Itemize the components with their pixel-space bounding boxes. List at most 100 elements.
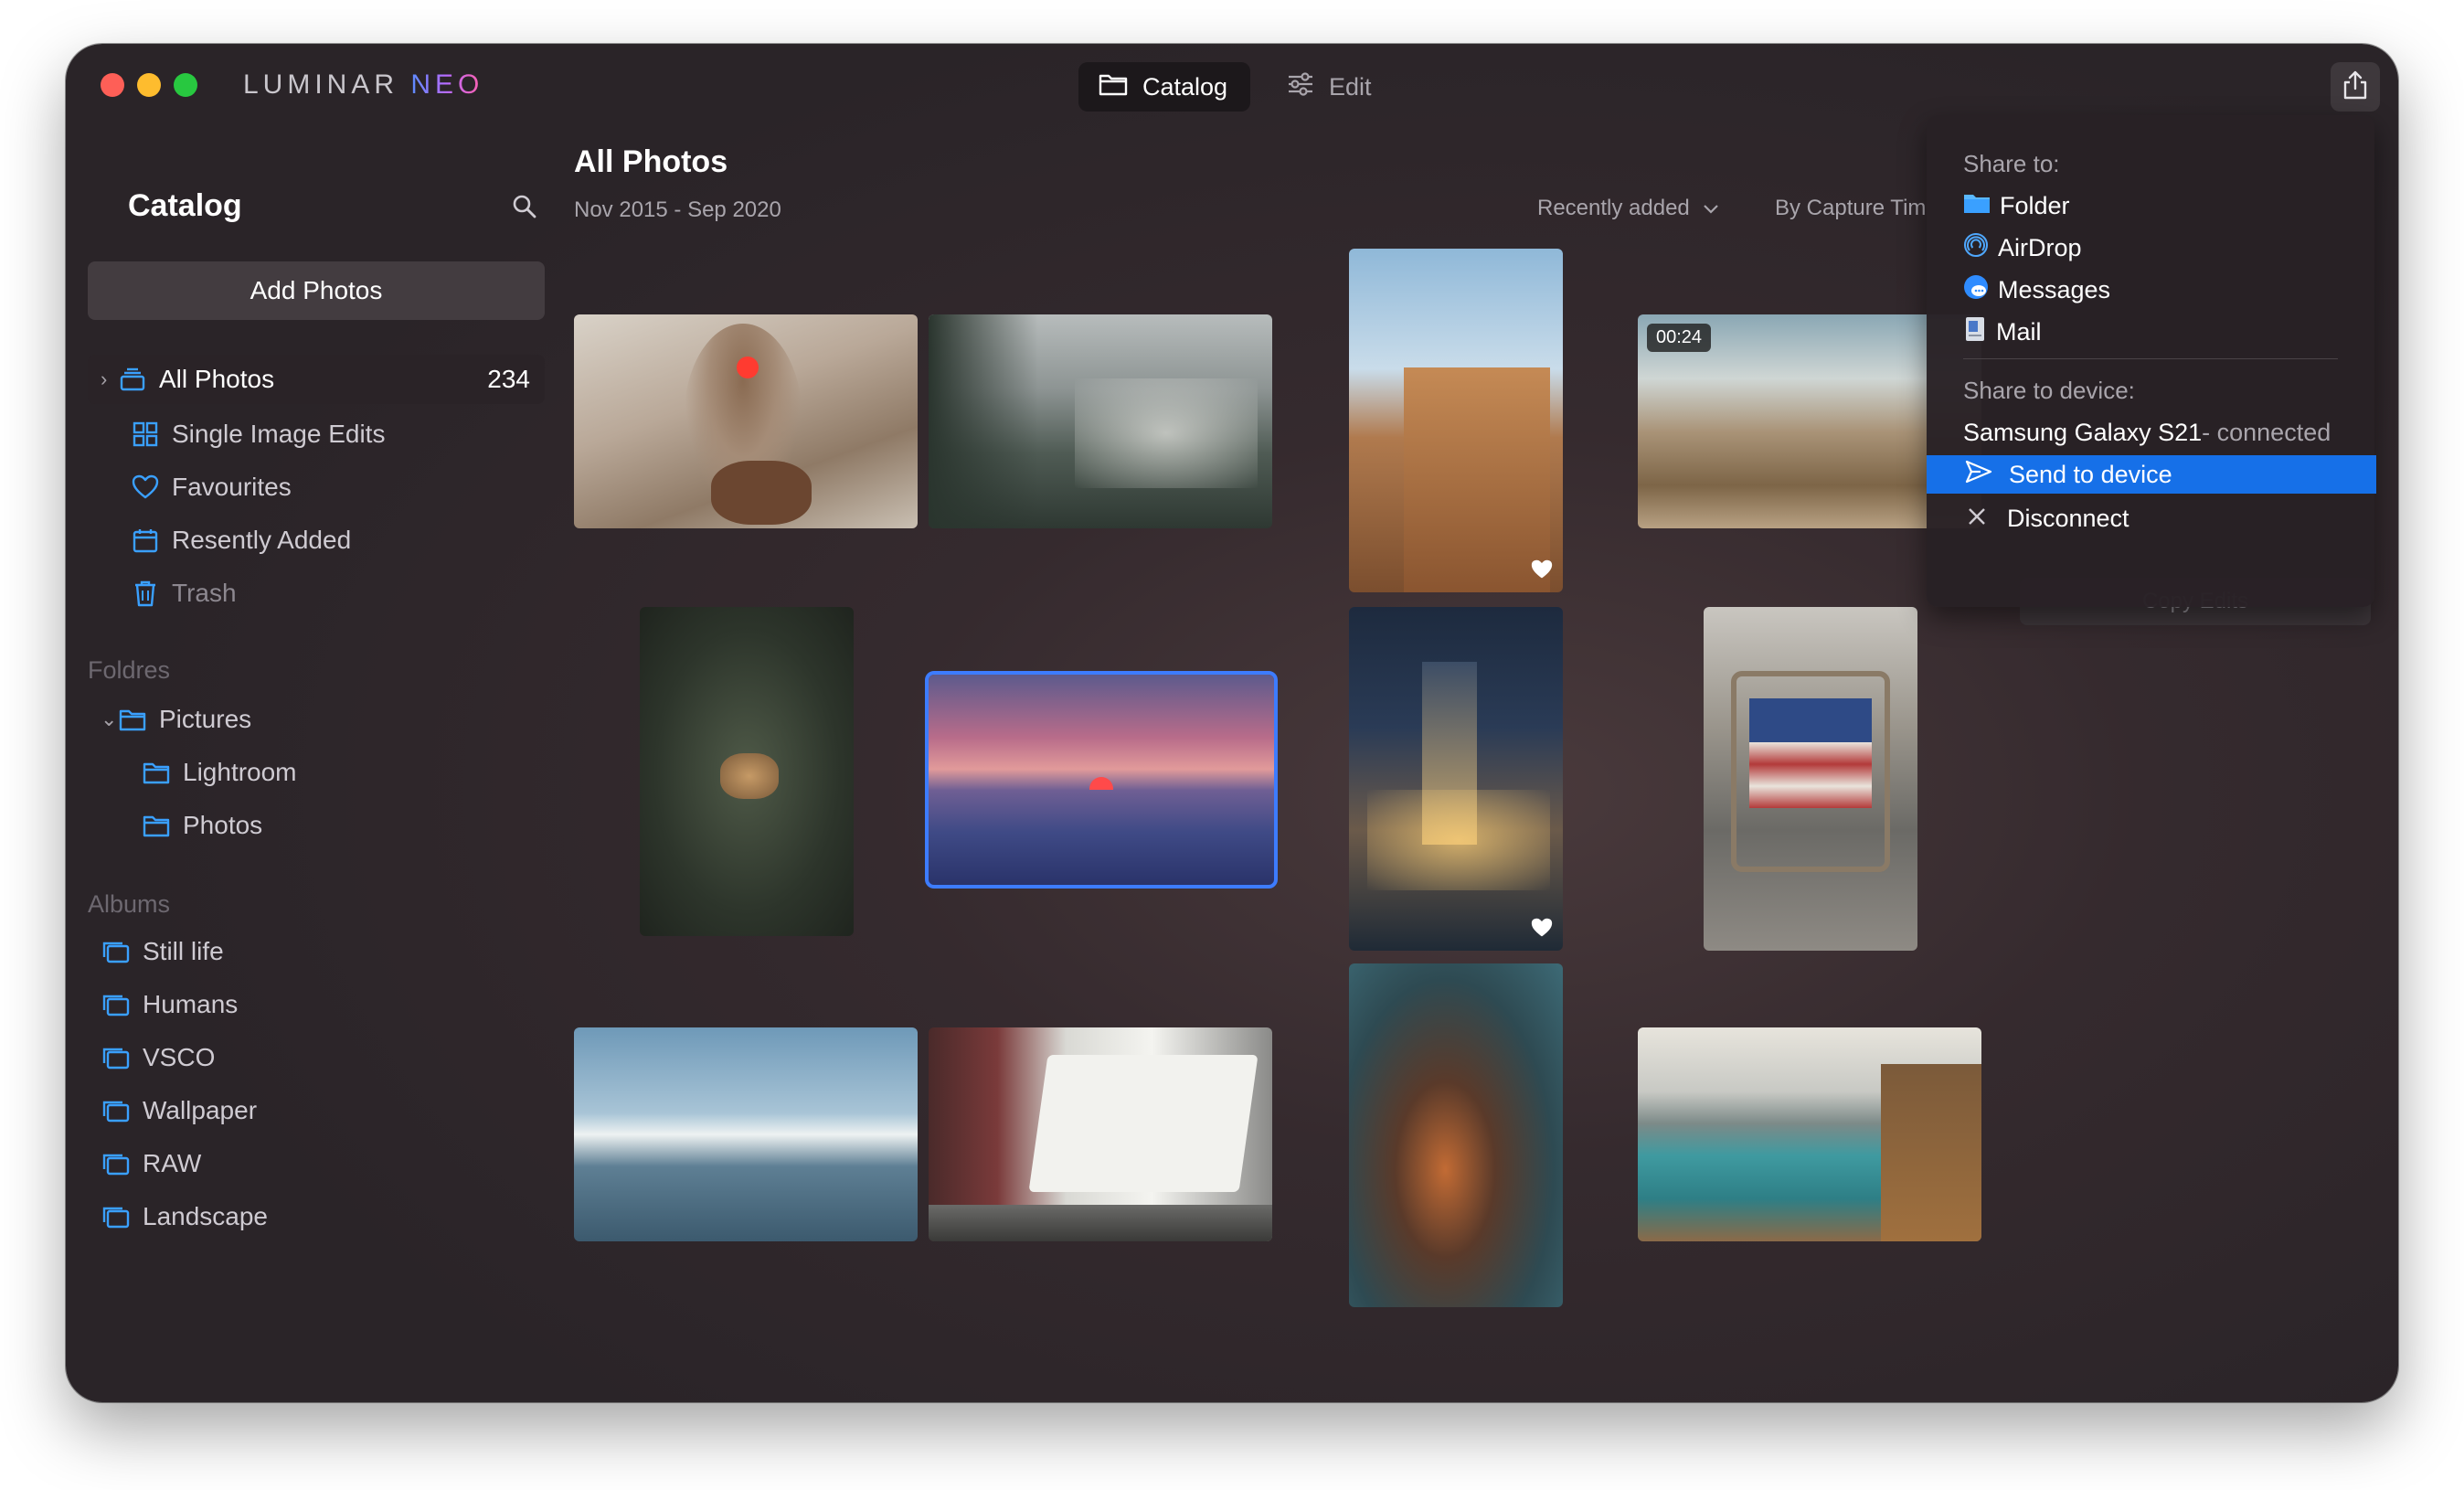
sidebar-item-label: All Photos — [159, 365, 275, 393]
favourite-heart-icon[interactable] — [1530, 917, 1554, 943]
airdrop-icon — [1963, 232, 1989, 264]
send-icon — [1965, 460, 1992, 490]
edit-mode-label: Edit — [1329, 72, 1372, 101]
app-window: LUMINAR NEO Catalog Edit Catalog Add Pho… — [66, 44, 2398, 1402]
folders-heading: Foldres — [88, 656, 171, 684]
photo-thumbnail[interactable] — [929, 314, 1272, 528]
folder-item-lightroom[interactable]: Lightroom — [88, 748, 545, 797]
album-icon — [102, 1150, 130, 1177]
sidebar-item-label: Resently Added — [172, 526, 352, 554]
calendar-icon — [132, 527, 159, 554]
sidebar-item-single-image-edits[interactable]: Single Image Edits — [88, 410, 545, 459]
folder-icon — [119, 706, 146, 733]
album-item-humans[interactable]: Humans — [88, 980, 545, 1029]
photo-thumbnail[interactable] — [1638, 1027, 1981, 1241]
sidebar-item-label: Single Image Edits — [172, 420, 386, 448]
albums-heading: Albums — [88, 890, 171, 918]
photo-thumbnail[interactable] — [929, 1027, 1272, 1241]
app-logo: LUMINAR NEO — [243, 69, 483, 101]
share-target-mail[interactable]: Mail — [1927, 313, 2374, 351]
share-device-heading: Share to device: — [1963, 377, 2135, 404]
logo-text: LUMINAR — [243, 69, 411, 100]
album-item-wallpaper[interactable]: Wallpaper — [88, 1086, 545, 1135]
sidebar-item-all-photos[interactable]: › All Photos 234 — [88, 355, 545, 404]
disconnect-button[interactable]: Disconnect — [1927, 499, 2374, 537]
folder-icon — [1099, 72, 1128, 102]
device-name: Samsung Galaxy S21 — [1963, 418, 2203, 446]
photo-thumbnail[interactable] — [1704, 607, 1917, 951]
video-duration-badge: 00:24 — [1647, 324, 1712, 352]
favourite-heart-icon[interactable] — [1530, 559, 1554, 585]
share-icon — [2342, 70, 2368, 104]
send-to-device-label: Send to device — [2009, 460, 2172, 488]
zoom-window-button[interactable] — [174, 73, 197, 97]
logo-accent: NEO — [410, 69, 484, 100]
share-target-folder[interactable]: Folder — [1927, 186, 2374, 225]
sort-label: Recently added — [1537, 196, 1690, 220]
album-item-landscape[interactable]: Landscape — [88, 1192, 545, 1241]
messages-icon — [1963, 274, 1989, 306]
share-button[interactable] — [2331, 62, 2380, 112]
album-icon — [102, 991, 130, 1018]
sidebar-item-trash[interactable]: Trash — [88, 569, 545, 618]
album-item-still-life[interactable]: Still life — [88, 927, 545, 976]
date-range: Nov 2015 - Sep 2020 — [574, 197, 781, 222]
share-to-heading: Share to: — [1963, 150, 2060, 177]
photo-thumbnail[interactable] — [574, 314, 918, 528]
album-icon — [102, 938, 130, 965]
close-icon — [1967, 505, 1987, 533]
catalog-mode-label: Catalog — [1142, 72, 1228, 101]
sidebar-item-recently-added[interactable]: Resently Added — [88, 516, 545, 565]
album-label: Landscape — [143, 1202, 269, 1230]
chevron-down-icon — [1703, 196, 1719, 221]
share-target-label: Messages — [1998, 275, 2111, 303]
heart-icon — [132, 474, 159, 501]
album-icon — [102, 1044, 130, 1071]
photo-thumbnail[interactable] — [574, 1027, 918, 1241]
send-to-device-button[interactable]: Send to device — [1927, 455, 2376, 494]
share-target-label: Folder — [2000, 191, 2070, 219]
group-dropdown[interactable]: By Capture Tim — [1775, 196, 1926, 221]
photo-thumbnail[interactable] — [1349, 249, 1563, 592]
device-connection-status: - connected — [2202, 418, 2331, 446]
share-target-airdrop[interactable]: AirDrop — [1927, 229, 2374, 267]
disconnect-label: Disconnect — [2007, 504, 2129, 532]
folder-label: Pictures — [159, 705, 252, 733]
minimize-window-button[interactable] — [137, 73, 161, 97]
sidebar-title: Catalog — [128, 188, 242, 223]
folder-icon — [143, 759, 170, 786]
edit-mode-button[interactable]: Edit — [1267, 62, 1392, 112]
folder-item-pictures[interactable]: ⌄ Pictures — [88, 695, 545, 744]
photo-thumbnail[interactable] — [1349, 607, 1563, 951]
photo-thumbnail[interactable] — [1349, 963, 1563, 1307]
chevron-down-icon[interactable]: ⌄ — [101, 708, 119, 731]
folder-label: Lightroom — [183, 758, 297, 786]
close-window-button[interactable] — [101, 73, 124, 97]
folder-icon — [1963, 192, 1991, 220]
search-icon[interactable] — [512, 194, 537, 224]
add-photos-button[interactable]: Add Photos — [88, 261, 545, 320]
folder-icon — [143, 812, 170, 839]
photo-count: 234 — [487, 365, 530, 393]
chevron-right-icon[interactable]: › — [101, 367, 119, 391]
sidebar-item-favourites[interactable]: Favourites — [88, 463, 545, 512]
album-item-raw[interactable]: RAW — [88, 1139, 545, 1188]
photo-thumbnail-selected[interactable] — [925, 671, 1278, 889]
popover-divider — [1963, 358, 2338, 359]
album-label: RAW — [143, 1149, 202, 1177]
share-target-messages[interactable]: Messages — [1927, 271, 2374, 309]
folder-item-photos[interactable]: Photos — [88, 801, 545, 850]
album-item-vsco[interactable]: VSCO — [88, 1033, 545, 1082]
catalog-mode-button[interactable]: Catalog — [1078, 62, 1250, 112]
flag-dot — [737, 357, 759, 378]
folder-label: Photos — [183, 811, 263, 839]
album-icon — [102, 1203, 130, 1230]
album-label: Wallpaper — [143, 1096, 258, 1124]
photo-thumbnail[interactable] — [640, 607, 854, 936]
album-icon — [102, 1097, 130, 1124]
grid-icon — [132, 420, 159, 448]
share-target-label: AirDrop — [1998, 233, 2082, 261]
mail-icon — [1963, 316, 1987, 348]
sort-dropdown[interactable]: Recently added — [1537, 196, 1719, 221]
page-title: All Photos — [574, 144, 728, 179]
